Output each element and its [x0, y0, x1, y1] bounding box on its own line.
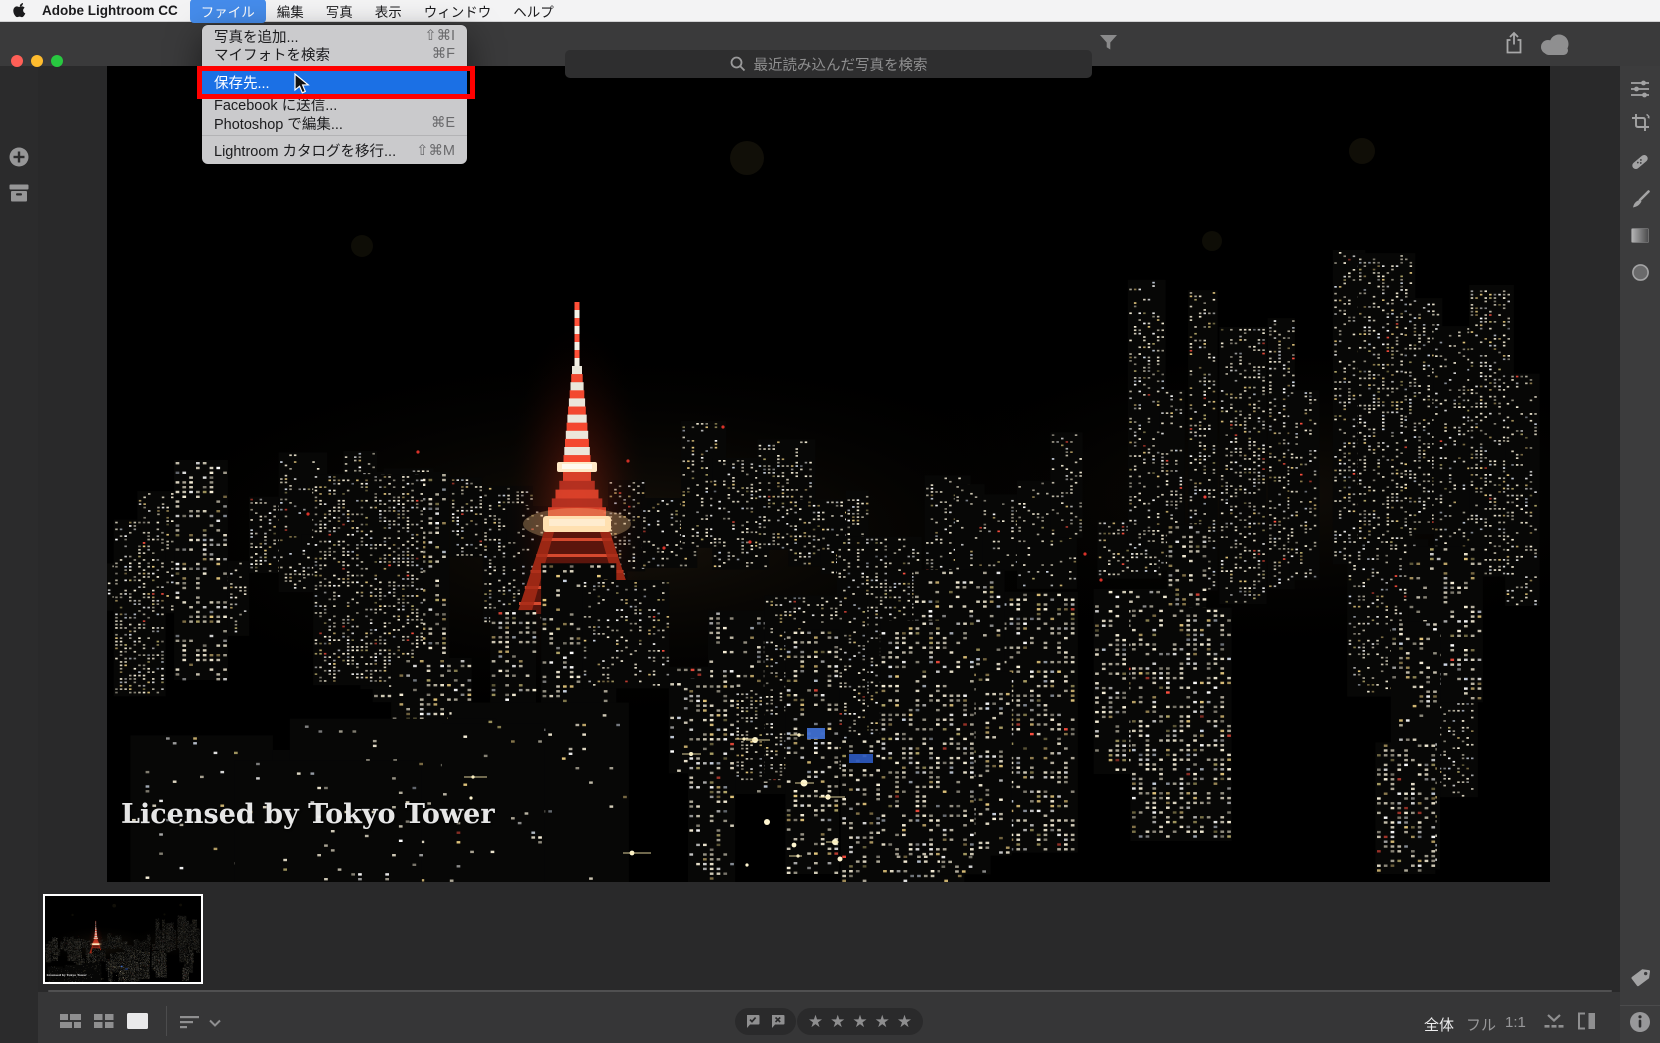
shortcut: ⇧⌘I [424, 28, 455, 44]
search-icon [730, 56, 745, 72]
add-photos-icon[interactable] [8, 146, 30, 168]
menu-separator [202, 135, 467, 136]
apple-icon[interactable] [13, 3, 26, 18]
zoom-window-button[interactable] [51, 55, 63, 67]
share-icon[interactable] [1504, 31, 1524, 55]
menu-item-save-to[interactable]: 保存先... [202, 71, 467, 94]
menu-help[interactable]: ヘルプ [502, 0, 565, 23]
panel-toggle-icon[interactable] [1577, 1012, 1597, 1030]
shortcut: ⌘F [431, 46, 455, 62]
search-input[interactable]: 最近読み込んだ写真を検索 [565, 50, 1092, 78]
file-menu-dropdown: 写真を追加... ⇧⌘I マイフォトを検索 ⌘F 保存先... Facebook… [202, 25, 467, 164]
menu-view[interactable]: 表示 [364, 0, 413, 23]
star-rating[interactable]: ★★★★★ [797, 1008, 923, 1035]
zoom-fit-button[interactable]: 全体 [1424, 1014, 1454, 1035]
menu-item-search-my-photos[interactable]: マイフォトを検索 ⌘F [202, 45, 467, 64]
star-rating-stars[interactable]: ★★★★★ [801, 1013, 919, 1030]
filter-icon[interactable] [1100, 35, 1117, 51]
radial-gradient-icon[interactable] [1632, 264, 1649, 281]
crop-icon[interactable] [1631, 113, 1650, 132]
menu-item-send-to-facebook[interactable]: Facebook に送信... [202, 95, 467, 114]
menu-file[interactable]: ファイル [189, 0, 266, 23]
menu-separator [202, 66, 467, 67]
chevron-down-icon[interactable] [209, 1019, 221, 1027]
rail-divider [1620, 1005, 1660, 1006]
flag-group [735, 1008, 796, 1035]
left-rail [0, 66, 38, 1043]
lightroom-window: Licensed by Tokyo Tower [0, 0, 1660, 1043]
zoom-full-button[interactable]: フル [1466, 1014, 1496, 1035]
menu-item-migrate-catalog[interactable]: Lightroom カタログを移行... ⇧⌘M [202, 141, 467, 161]
menu-window[interactable]: ウィンドウ [413, 0, 503, 23]
photo-grid-icon[interactable] [60, 1014, 81, 1029]
app-name: Adobe Lightroom CC [42, 3, 178, 18]
menu-photo[interactable]: 写真 [315, 0, 364, 23]
healing-brush-icon[interactable] [1629, 151, 1651, 173]
menu-edit[interactable]: 編集 [266, 0, 315, 23]
shortcut: ⌘E [430, 115, 455, 131]
cloud-sync-icon[interactable] [1536, 34, 1574, 56]
shortcut: ⇧⌘M [416, 142, 455, 159]
keyword-tag-icon[interactable] [1630, 968, 1650, 988]
brush-icon[interactable] [1631, 190, 1650, 209]
filmstrip-thumbnail[interactable] [43, 894, 203, 984]
minimize-window-button[interactable] [31, 55, 43, 67]
flag-pick-icon[interactable] [745, 1014, 761, 1029]
toolbar-divider [166, 1006, 167, 1036]
sort-icon[interactable] [180, 1015, 200, 1029]
linear-gradient-icon[interactable] [1631, 228, 1649, 243]
edit-sliders-icon[interactable] [1631, 80, 1649, 98]
menu-item-edit-in-photoshop[interactable]: Photoshop で編集... ⌘E [202, 114, 467, 133]
menu-bar: Adobe Lightroom CC ファイル 編集 写真 表示 ウィンドウ ヘ… [0, 0, 1660, 23]
menu-item-add-photos[interactable]: 写真を追加... ⇧⌘I [202, 27, 467, 46]
info-icon[interactable] [1629, 1011, 1651, 1033]
detail-view-icon[interactable] [127, 1013, 148, 1029]
my-photos-archive-icon[interactable] [9, 184, 29, 202]
flag-reject-icon[interactable] [770, 1014, 786, 1029]
square-grid-icon[interactable] [94, 1014, 114, 1029]
close-window-button[interactable] [11, 55, 23, 67]
zoom-1to1-button[interactable]: 1:1 [1505, 1014, 1526, 1031]
photo-canvas[interactable] [107, 66, 1550, 882]
filmstrip-toggle-icon[interactable] [1543, 1013, 1565, 1030]
search-placeholder: 最近読み込んだ写真を検索 [753, 57, 928, 74]
right-rail [1620, 66, 1660, 1043]
